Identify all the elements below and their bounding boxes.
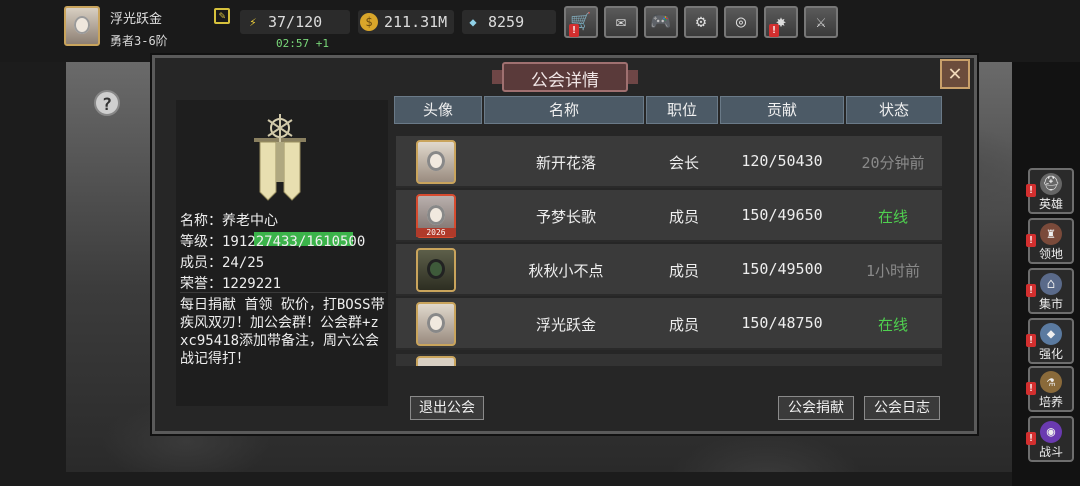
shop-button[interactable]: 🛒! <box>564 6 598 38</box>
column-header-name: 名称 <box>484 96 644 124</box>
member-role: 成员 <box>668 208 699 226</box>
alert-badge: ! <box>1026 184 1036 197</box>
event-button[interactable]: ✸! <box>764 6 798 38</box>
vortex-icon: ◉ <box>1040 421 1062 443</box>
table-row-partial[interactable] <box>396 354 942 366</box>
flask-icon: ⚗ <box>1040 371 1062 393</box>
member-role: 会长 <box>668 154 699 172</box>
side-menu-label: 强化 <box>1038 347 1063 361</box>
column-header-contribution: 贡献 <box>720 96 844 124</box>
member-name: 予梦长歌 <box>535 208 596 226</box>
diamond-icon: ◆ <box>469 15 477 29</box>
gamepad-button[interactable]: 🎮 <box>644 6 678 38</box>
side-menu-vortex[interactable]: ◉ 战斗! <box>1026 416 1074 462</box>
mail-icon: ✉ <box>615 12 627 32</box>
member-status: 在线 <box>877 208 908 226</box>
member-contribution: 150/49650 <box>741 206 823 224</box>
coin-icon: $ <box>360 13 378 31</box>
alert-badge: ! <box>1026 432 1036 445</box>
gear-icon: ⚙ <box>695 12 707 32</box>
side-menu-label: 培养 <box>1038 395 1063 409</box>
leave-guild-button[interactable]: 退出公会 <box>410 396 484 420</box>
member-role: 成员 <box>668 262 699 280</box>
avatar-tag: 2026 <box>416 228 456 237</box>
close-button[interactable]: ✕ <box>940 59 970 89</box>
guild-donate-button[interactable]: 公会捐献 <box>778 396 854 420</box>
castle-icon: ♜ <box>1040 223 1062 245</box>
side-menu-label: 领地 <box>1038 247 1063 261</box>
player-name: 浮光跃金 <box>110 12 163 27</box>
table-row[interactable]: 新开花落 会长 120/50430 20分钟前 <box>396 136 942 188</box>
table-row[interactable]: 浮光跃金 成员 150/48750 在线 <box>396 298 942 350</box>
member-contribution: 150/49500 <box>741 260 823 278</box>
column-header-avatar: 头像 <box>394 96 482 124</box>
member-name: 浮光跃金 <box>535 316 596 334</box>
edit-name-icon[interactable]: ✎ <box>214 8 230 24</box>
side-menu-crystal[interactable]: ◆ 强化! <box>1026 318 1074 364</box>
helmet-icon: ⛑ <box>1040 173 1062 195</box>
member-name: 秋秋小不点 <box>528 262 604 280</box>
game-screen: 浮光跃金 勇者3-6阶 ✎ ⚡ 37/120 02:57 +1 $ 211.31… <box>0 0 1080 486</box>
player-rank: 勇者3-6阶 <box>110 34 168 48</box>
info-divider <box>180 292 386 293</box>
guild-notice: 每日捐献 首领 砍价，打BOSS带疾风双刃！加公会群！公会群+zxc95418添… <box>180 297 385 367</box>
side-menu-market[interactable]: ⌂ 集市! <box>1026 268 1074 314</box>
side-menu-helmet[interactable]: ⛑ 英雄! <box>1026 168 1074 214</box>
guild-name: 名称：养老中心 <box>180 213 278 229</box>
gold-value: 211.31M <box>384 13 448 31</box>
alert-badge: ! <box>1026 234 1036 247</box>
column-header-role: 职位 <box>646 96 718 124</box>
side-menu-label: 战斗 <box>1038 445 1063 459</box>
alert-badge: ! <box>769 24 779 37</box>
mail-button[interactable]: ✉ <box>604 6 638 38</box>
member-contribution: 120/50430 <box>741 152 823 170</box>
member-status: 20分钟前 <box>861 154 925 172</box>
gem-value: 8259 <box>488 13 525 31</box>
dialog-title: 公会详情 <box>531 71 599 91</box>
guild-log-button[interactable]: 公会日志 <box>864 396 940 420</box>
member-status: 1小时前 <box>865 262 921 280</box>
guild-level: 等级：191227433/1610500 <box>180 234 366 250</box>
crossed-swords-icon: ⚔ <box>815 12 827 32</box>
side-menu-castle[interactable]: ♜ 领地! <box>1026 218 1074 264</box>
table-row[interactable]: 秋秋小不点 成员 150/49500 1小时前 <box>396 244 942 296</box>
settings-button[interactable]: ⚙ <box>684 6 718 38</box>
alert-badge: ! <box>569 24 579 37</box>
column-header-status: 状态 <box>846 96 942 124</box>
side-menu-label: 集市 <box>1038 297 1063 311</box>
side-menu-flask[interactable]: ⚗ 培养! <box>1026 366 1074 412</box>
gamepad-icon: 🎮 <box>650 12 672 32</box>
market-icon: ⌂ <box>1040 273 1062 295</box>
player-avatar[interactable] <box>64 6 100 46</box>
member-avatar[interactable] <box>416 140 456 184</box>
wheel-button[interactable]: ◎ <box>724 6 758 38</box>
member-contribution: 150/48750 <box>741 314 823 332</box>
alert-badge: ! <box>1026 284 1036 297</box>
alert-badge: ! <box>1026 334 1036 347</box>
guild-banner-icon <box>254 114 306 201</box>
side-menu-label: 英雄 <box>1038 197 1063 211</box>
battle-button[interactable]: ⚔ <box>804 6 838 38</box>
guild-members: 成员：24/25 <box>180 255 265 271</box>
member-avatar[interactable] <box>416 302 456 346</box>
lightning-icon: ⚡ <box>249 15 257 29</box>
member-avatar[interactable] <box>416 248 456 292</box>
member-role: 成员 <box>668 316 699 334</box>
help-icon[interactable]: ? <box>94 90 120 116</box>
stamina-timer: 02:57 +1 <box>276 37 329 50</box>
crystal-icon: ◆ <box>1040 323 1062 345</box>
member-status: 在线 <box>877 316 908 334</box>
member-name: 新开花落 <box>535 154 596 172</box>
member-avatar <box>416 356 456 366</box>
stamina-value: 37/120 <box>268 13 323 31</box>
color-wheel-icon: ◎ <box>735 12 747 32</box>
table-row[interactable]: 2026 予梦长歌 成员 150/49650 在线 <box>396 190 942 242</box>
alert-badge: ! <box>1026 382 1036 395</box>
guild-honor: 荣誉：1229221 <box>180 276 282 292</box>
